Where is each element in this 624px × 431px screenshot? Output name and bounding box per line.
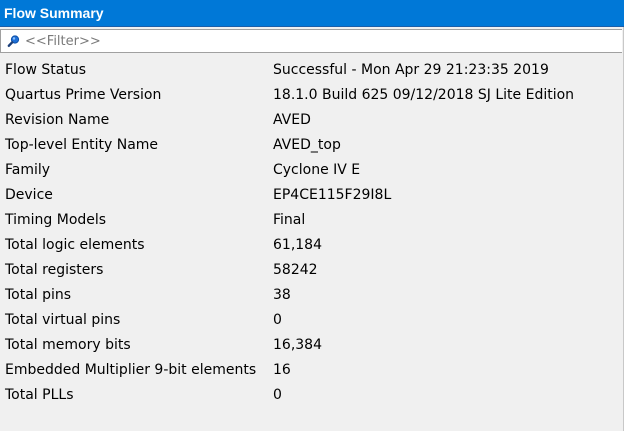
row-label: Total PLLs [5,387,74,403]
search-icon [7,34,21,48]
table-row[interactable]: Embedded Multiplier 9-bit elements 16 [0,358,624,383]
table-row[interactable]: Quartus Prime Version 18.1.0 Build 625 09… [0,83,624,108]
row-value: 18.1.0 Build 625 09/12/2018 SJ Lite Edit… [273,87,575,103]
row-value: 0 [273,312,282,328]
row-value: 16,384 [273,337,322,353]
row-label: Total registers [5,262,104,278]
row-value: Successful - Mon Apr 29 21:23:35 2019 [273,62,549,78]
table-row[interactable]: Total pins 38 [0,283,624,308]
row-value: 38 [273,287,291,303]
row-label: Top-level Entity Name [5,137,159,153]
row-value: AVED_top [273,137,341,153]
row-label: Total logic elements [5,237,145,253]
table-row[interactable]: Total logic elements 61,184 [0,233,624,258]
table-row[interactable]: Revision Name AVED [0,108,624,133]
filter-bar[interactable] [0,29,622,53]
table-row[interactable]: Top-level Entity Name AVED_top [0,133,624,158]
row-value: AVED [273,112,311,128]
table-row[interactable]: Flow Status Successful - Mon Apr 29 21:23… [0,58,624,83]
row-label: Timing Models [5,212,107,228]
row-label: Flow Status [5,62,87,78]
row-label: Family [5,162,51,178]
row-value: 61,184 [273,237,322,253]
row-label: Total memory bits [5,337,131,353]
flow-summary-table: Flow Status Successful - Mon Apr 29 21:23… [0,58,624,408]
row-label: Quartus Prime Version [5,87,162,103]
row-value: Final [273,212,306,228]
table-row[interactable]: Family Cyclone IV E [0,158,624,183]
row-value: 58242 [273,262,318,278]
row-label: Total virtual pins [5,312,121,328]
row-label: Embedded Multiplier 9-bit elements [5,362,257,378]
row-label: Device [5,187,53,203]
panel-titlebar: Flow Summary [0,0,624,27]
filter-input[interactable] [25,32,585,50]
panel-title: Flow Summary [4,5,104,21]
table-row[interactable]: Timing Models Final [0,208,624,233]
row-value: 16 [273,362,291,378]
table-row[interactable]: Total virtual pins 0 [0,308,624,333]
row-value: EP4CE115F29I8L [273,187,392,203]
row-value: Cyclone IV E [273,162,361,178]
table-row[interactable]: Total registers 58242 [0,258,624,283]
table-row[interactable]: Total PLLs 0 [0,383,624,408]
table-row[interactable]: Total memory bits 16,384 [0,333,624,358]
table-row[interactable]: Device EP4CE115F29I8L [0,183,624,208]
row-label: Total pins [5,287,72,303]
row-label: Revision Name [5,112,110,128]
row-value: 0 [273,387,282,403]
